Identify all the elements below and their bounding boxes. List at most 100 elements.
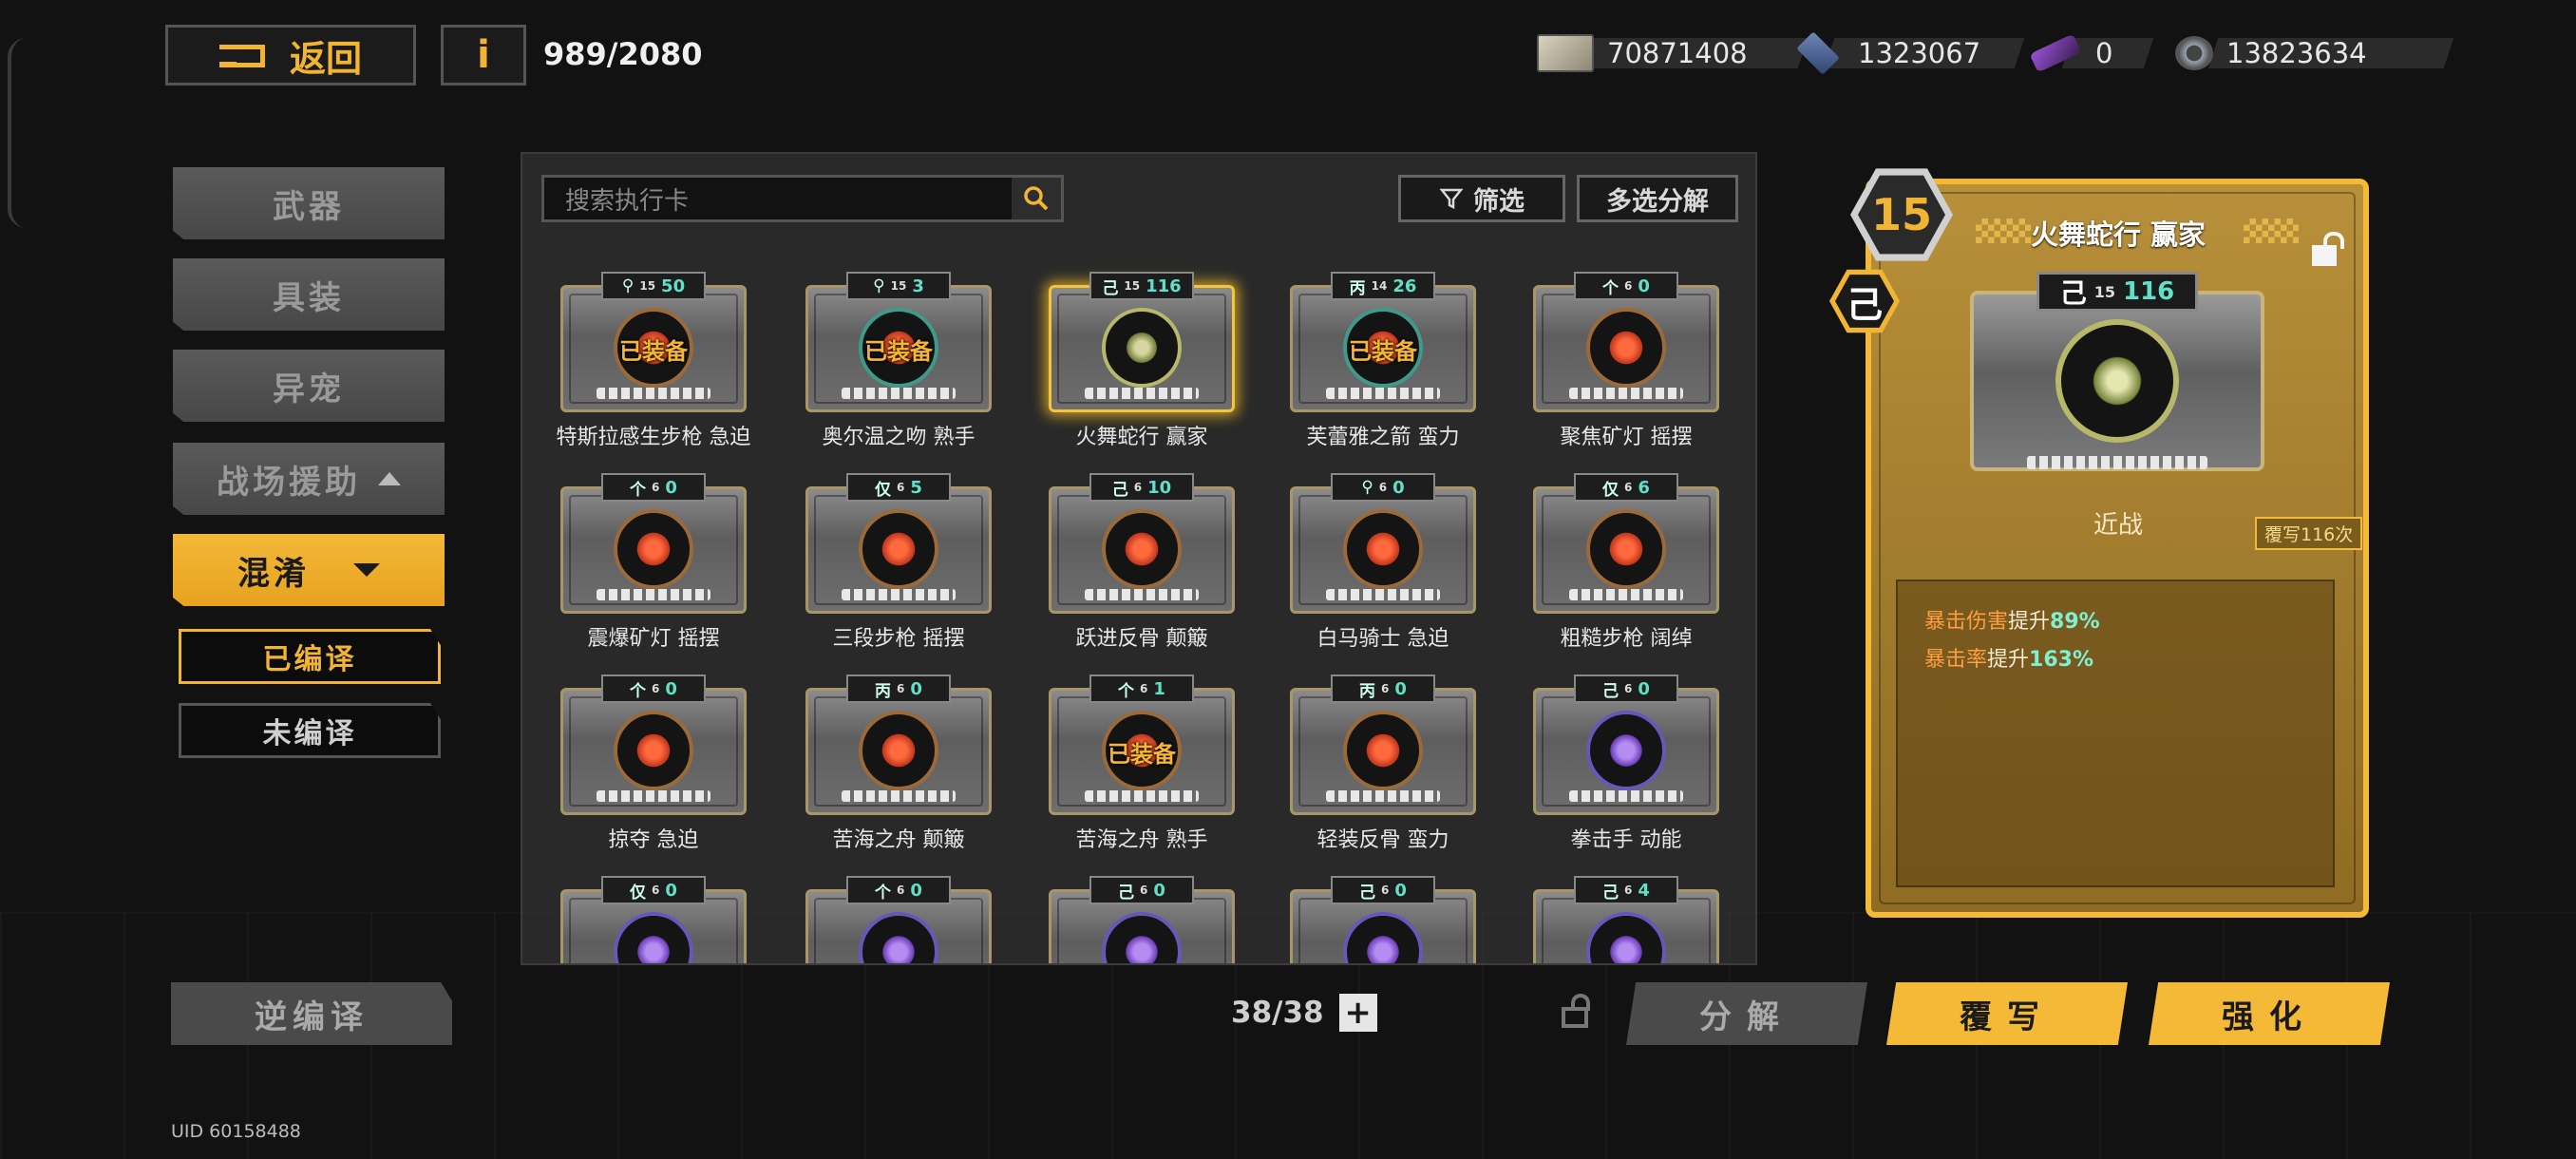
- card-name: 聚焦矿灯 摇摆: [1560, 426, 1693, 449]
- decompose-button[interactable]: 分解: [1626, 982, 1867, 1045]
- expand-capacity-button[interactable]: +: [1338, 994, 1377, 1032]
- category-pet[interactable]: 异宠: [173, 350, 445, 422]
- decompile-button[interactable]: 逆编译: [171, 982, 452, 1045]
- detail-card-art: 己 15 116: [1970, 272, 2264, 490]
- execution-card[interactable]: 丙 14 26 已装备 芙蕾雅之箭 蛮力: [1290, 272, 1476, 452]
- card-rewrite: 3: [912, 276, 924, 296]
- card-badge: 丙60: [1331, 674, 1435, 703]
- execution-card[interactable]: ⚲ 6 0 白马骑士 急迫: [1290, 473, 1476, 654]
- category-weapon[interactable]: 武器: [173, 167, 445, 239]
- card-level: 6: [1133, 481, 1143, 494]
- execution-card[interactable]: ⚲ 15 3 已装备 奥尔温之吻 熟手: [805, 272, 992, 452]
- execution-card[interactable]: 己64: [1533, 876, 1719, 963]
- back-arrow-icon: [218, 39, 273, 71]
- category-battle-support[interactable]: 战场援助: [173, 443, 445, 515]
- category-obfuscation[interactable]: 混淆: [173, 534, 445, 606]
- card-level: 6: [1378, 481, 1388, 494]
- execution-card[interactable]: ⚲ 15 50 已装备 特斯拉感生步枪 急迫: [557, 272, 751, 452]
- card-rewrite: 0: [1638, 276, 1650, 296]
- stat-line: 暴击率提升163%: [1924, 642, 2093, 673]
- overwrite-count: 覆写116次: [2255, 517, 2363, 550]
- filter-uncompiled[interactable]: 未编译: [179, 703, 441, 758]
- card-rune: 仅: [875, 480, 892, 500]
- category-armor[interactable]: 具装: [173, 258, 445, 331]
- progress-pips: [1326, 388, 1440, 399]
- card-badge: 个60: [601, 674, 706, 703]
- overwrite-button[interactable]: 覆写: [1886, 982, 2128, 1045]
- card-name: 芙蕾雅之箭 蛮力: [1306, 426, 1460, 449]
- card-rune: 己: [1102, 278, 1119, 298]
- card-rewrite: 10: [1147, 477, 1172, 498]
- card-badge: 仅66: [1574, 473, 1678, 502]
- filter-label: 未编译: [262, 717, 357, 750]
- progress-pips: [1326, 589, 1440, 600]
- execution-card[interactable]: 个60: [805, 876, 992, 963]
- progress-pips: [1569, 790, 1683, 802]
- info-icon: i: [477, 33, 490, 77]
- execution-card[interactable]: 丙 6 0 轻装反骨 蛮力: [1290, 674, 1476, 855]
- stat-value: 163%: [2029, 648, 2093, 672]
- execution-card[interactable]: 个 6 0 掠夺 急迫: [560, 674, 747, 855]
- card-rewrite: 0: [1392, 477, 1405, 498]
- card-level: 6: [1140, 682, 1148, 695]
- execution-card[interactable]: 己 15 116 火舞蛇行 赢家: [1049, 272, 1235, 452]
- card-level: 6: [1624, 279, 1633, 293]
- stat-key: 暴击率: [1924, 648, 1988, 672]
- execution-card[interactable]: 己60: [1049, 876, 1235, 963]
- currency-value: 70871408: [1607, 37, 1748, 69]
- card-badge: 丙 14 26: [1331, 272, 1435, 300]
- card-name: 火舞蛇行 赢家: [1075, 426, 1208, 449]
- decompile-label: 逆编译: [255, 998, 369, 1036]
- category-label: 武器: [273, 187, 345, 226]
- card-rewrite: 5: [910, 477, 922, 498]
- progress-pips: [842, 790, 956, 802]
- card-name: 粗糙步枪 阔绰: [1560, 627, 1693, 651]
- category-label: 异宠: [273, 370, 345, 408]
- emblem-icon: [1102, 509, 1182, 589]
- search-input[interactable]: 搜索执行卡: [541, 175, 1064, 222]
- card-badge: 个60: [601, 473, 706, 502]
- progress-pips: [1569, 589, 1683, 600]
- execution-card[interactable]: 己60: [1290, 876, 1476, 963]
- multi-decompose-button[interactable]: 多选分解: [1577, 175, 1738, 222]
- info-button[interactable]: i: [441, 25, 526, 86]
- card-name: 三段步枪 摇摆: [832, 627, 965, 651]
- unlock-icon[interactable]: [2310, 232, 2348, 270]
- filter-button[interactable]: 筛选: [1398, 175, 1565, 222]
- execution-card[interactable]: 仅 6 5 三段步枪 摇摆: [805, 473, 992, 654]
- card-level: 15: [890, 279, 907, 293]
- card-badge: 己 15 116: [1089, 272, 1194, 300]
- card-rune: 丙: [1359, 681, 1376, 701]
- card-rune: 己: [1359, 883, 1376, 902]
- card-type: 近战: [2093, 511, 2143, 540]
- gear-icon: [2175, 36, 2213, 70]
- card-rewrite: 4: [1638, 880, 1650, 901]
- execution-card[interactable]: 仅 6 6 粗糙步枪 阔绰: [1533, 473, 1719, 654]
- back-button[interactable]: 返回: [165, 25, 416, 86]
- lock-toggle-icon[interactable]: [1558, 992, 1596, 1030]
- execution-card[interactable]: 个 6 0 聚焦矿灯 摇摆: [1533, 272, 1719, 452]
- card-rune: 丙: [1349, 278, 1366, 298]
- currency-gear: 13823634: [2175, 34, 2454, 72]
- search-button[interactable]: [1012, 178, 1061, 219]
- search-placeholder: 搜索执行卡: [565, 186, 690, 216]
- progress-pips: [1085, 790, 1199, 802]
- card-rune: 丙: [875, 681, 892, 701]
- execution-card[interactable]: 个 6 1 已装备 苦海之舟 熟手: [1049, 674, 1235, 855]
- progress-pips: [597, 589, 710, 600]
- card-rune: 个: [630, 681, 647, 701]
- execution-card[interactable]: 个 6 0 震爆矿灯 摇摆: [560, 473, 747, 654]
- execution-card[interactable]: 丙 6 0 苦海之舟 颠簸: [805, 674, 992, 855]
- currency-cash: 70871408: [1537, 34, 1809, 72]
- card-name: 苦海之舟 熟手: [1075, 828, 1208, 852]
- execution-card[interactable]: 己 6 10 跃进反骨 颠簸: [1049, 473, 1235, 654]
- enhance-button[interactable]: 强化: [2149, 982, 2390, 1045]
- card-rewrite: 6: [1638, 477, 1650, 498]
- execution-card[interactable]: 己 6 0 拳击手 动能: [1533, 674, 1719, 855]
- execution-card[interactable]: 仅60: [560, 876, 747, 963]
- card-name: 白马骑士 急迫: [1316, 627, 1449, 651]
- card-rewrite: 0: [665, 880, 677, 901]
- filter-compiled[interactable]: 已编译: [179, 629, 441, 684]
- card-name: 拳击手 动能: [1570, 828, 1682, 852]
- card-name: 掠夺 急迫: [608, 828, 699, 852]
